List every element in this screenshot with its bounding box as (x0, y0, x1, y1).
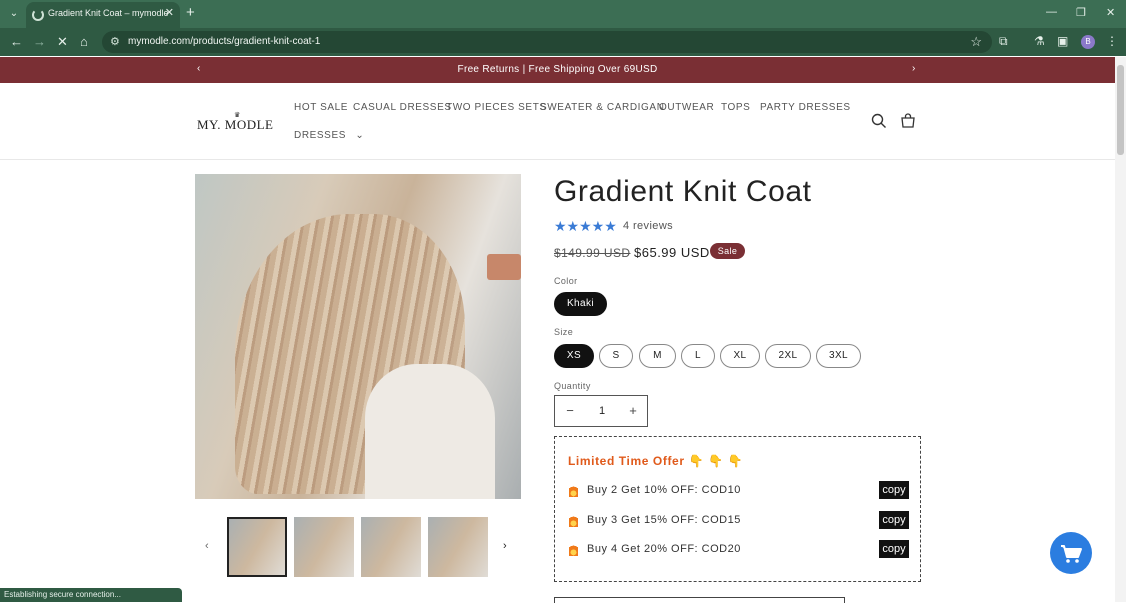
announcement-text: Free Returns | Free Shipping Over 69USD (457, 64, 658, 75)
menu-kebab-icon[interactable]: ⋮ (1106, 34, 1118, 48)
tab-close-icon[interactable]: ✕ (165, 6, 174, 19)
browser-tab[interactable]: Gradient Knit Coat – mymodle ✕ (26, 2, 180, 28)
floating-cart-button[interactable] (1050, 532, 1092, 574)
color-label: Color (554, 276, 578, 286)
offer-title: Limited Time Offer 👇 👇 👇 (568, 454, 744, 468)
copy-code-button[interactable]: copy (879, 481, 909, 499)
fire-icon (569, 544, 578, 556)
window-close-icon[interactable]: ✕ (1106, 6, 1115, 19)
nav-dresses[interactable]: DRESSES ⌄ (294, 130, 364, 141)
thumbnail-1[interactable] (227, 517, 287, 577)
status-text: Establishing secure connection... (4, 590, 121, 599)
nav-outwear[interactable]: OUTWEAR (659, 102, 714, 113)
limited-offer-box: Limited Time Offer 👇 👇 👇 Buy 2 Get 10% O… (554, 436, 921, 582)
size-label: Size (554, 327, 574, 337)
add-to-cart-button[interactable] (554, 597, 845, 603)
quantity-stepper: − 1 + (554, 395, 648, 427)
offer-item: Buy 4 Get 20% OFF: COD20 copy (569, 540, 909, 560)
loading-spinner-icon (32, 9, 44, 21)
product-main-image[interactable] (195, 174, 521, 499)
fire-icon (569, 515, 578, 527)
size-option-3xl[interactable]: 3XL (816, 344, 861, 368)
restore-icon[interactable]: ❐ (1076, 6, 1086, 19)
copy-code-button[interactable]: copy (879, 540, 909, 558)
size-option-s[interactable]: S (599, 344, 633, 368)
offer-text: Buy 4 Get 20% OFF: COD20 (587, 543, 741, 555)
quantity-increase-button[interactable]: + (623, 403, 643, 418)
rating-stars: ★★★★★ (554, 218, 617, 234)
thumbnail-prev-icon[interactable]: ‹ (205, 540, 209, 552)
new-tab-button[interactable]: + (186, 4, 195, 21)
tab-title: Gradient Knit Coat – mymodle (48, 8, 169, 18)
nav-hot-sale[interactable]: HOT SALE (294, 102, 348, 113)
back-icon[interactable]: ← (10, 34, 23, 49)
nav-two-pieces-sets[interactable]: TWO PIECES SETS (446, 102, 547, 113)
price-regular: $149.99 USD (554, 246, 631, 260)
browser-tab-strip: ⌄ Gradient Knit Coat – mymodle ✕ + — ❐ ✕ (0, 0, 1126, 28)
browser-toolbar: ← → ✕ ⌂ ⚙ mymodle.com/products/gradient-… (0, 28, 1126, 56)
copy-code-button[interactable]: copy (879, 511, 909, 529)
scrollbar-thumb[interactable] (1117, 65, 1124, 155)
sidebar-icon[interactable]: ▣ (1057, 34, 1068, 48)
bookmark-star-icon[interactable]: ☆ (970, 34, 982, 50)
size-option-2xl[interactable]: 2XL (765, 344, 811, 368)
color-option-khaki[interactable]: Khaki (554, 292, 607, 316)
sale-badge: Sale (710, 243, 745, 259)
store-logo[interactable]: MY. MODLE (197, 117, 274, 133)
minimize-icon[interactable]: — (1046, 6, 1057, 18)
offer-item: Buy 2 Get 10% OFF: COD10 copy (569, 481, 909, 501)
nav-tops[interactable]: TOPS (721, 102, 750, 113)
size-option-xs[interactable]: XS (554, 344, 594, 368)
url-text[interactable]: mymodle.com/products/gradient-knit-coat-… (128, 36, 320, 47)
thumbnail-3[interactable] (361, 517, 421, 577)
handbag-figure (487, 254, 521, 280)
nav-casual-dresses[interactable]: CASUAL DRESSES (353, 102, 452, 113)
forward-icon[interactable]: → (33, 34, 46, 49)
thumbnail-next-icon[interactable]: › (503, 540, 507, 552)
search-icon[interactable] (871, 113, 887, 129)
reviews-link[interactable]: 4 reviews (623, 220, 673, 232)
size-option-m[interactable]: M (639, 344, 676, 368)
browser-status-bar: Establishing secure connection... (0, 588, 182, 602)
flask-icon[interactable]: ⚗ (1034, 34, 1045, 48)
size-option-xl[interactable]: XL (720, 344, 760, 368)
offer-text: Buy 2 Get 10% OFF: COD10 (587, 484, 741, 496)
thumbnail-2[interactable] (294, 517, 354, 577)
announcement-bar: ‹ Free Returns | Free Shipping Over 69US… (0, 57, 1115, 83)
extensions-icon[interactable]: ⧉ (999, 34, 1008, 49)
product-title: Gradient Knit Coat (554, 175, 812, 208)
thumbnail-4[interactable] (428, 517, 488, 577)
page-scrollbar[interactable] (1115, 57, 1126, 602)
address-bar[interactable]: ⚙ mymodle.com/products/gradient-knit-coa… (102, 31, 992, 53)
nav-party-dresses[interactable]: PARTY DRESSES (760, 102, 851, 113)
fire-icon (569, 485, 578, 497)
shopping-cart-icon (1061, 545, 1082, 563)
skirt-figure (365, 364, 495, 499)
tab-search-icon[interactable]: ⌄ (6, 6, 22, 22)
site-info-icon[interactable]: ⚙ (110, 35, 120, 48)
size-option-l[interactable]: L (681, 344, 715, 368)
quantity-label: Quantity (554, 381, 591, 391)
cart-icon[interactable] (900, 113, 916, 129)
home-icon[interactable]: ⌂ (80, 34, 88, 49)
profile-avatar[interactable]: B (1081, 35, 1095, 49)
nav-sweater-cardigan[interactable]: SWEATER & CARDIGAN (540, 102, 665, 113)
chevron-down-icon: ⌄ (355, 130, 365, 141)
offer-item: Buy 3 Get 15% OFF: COD15 copy (569, 511, 909, 531)
stop-loading-icon[interactable]: ✕ (57, 34, 68, 50)
announcement-next-icon[interactable]: › (912, 63, 915, 74)
store-header: ♛ MY. MODLE HOT SALE CASUAL DRESSES TWO … (0, 83, 1115, 160)
nav-dresses-label: DRESSES (294, 130, 346, 141)
price-sale: $65.99 USD (634, 245, 710, 260)
offer-text: Buy 3 Get 15% OFF: COD15 (587, 514, 741, 526)
